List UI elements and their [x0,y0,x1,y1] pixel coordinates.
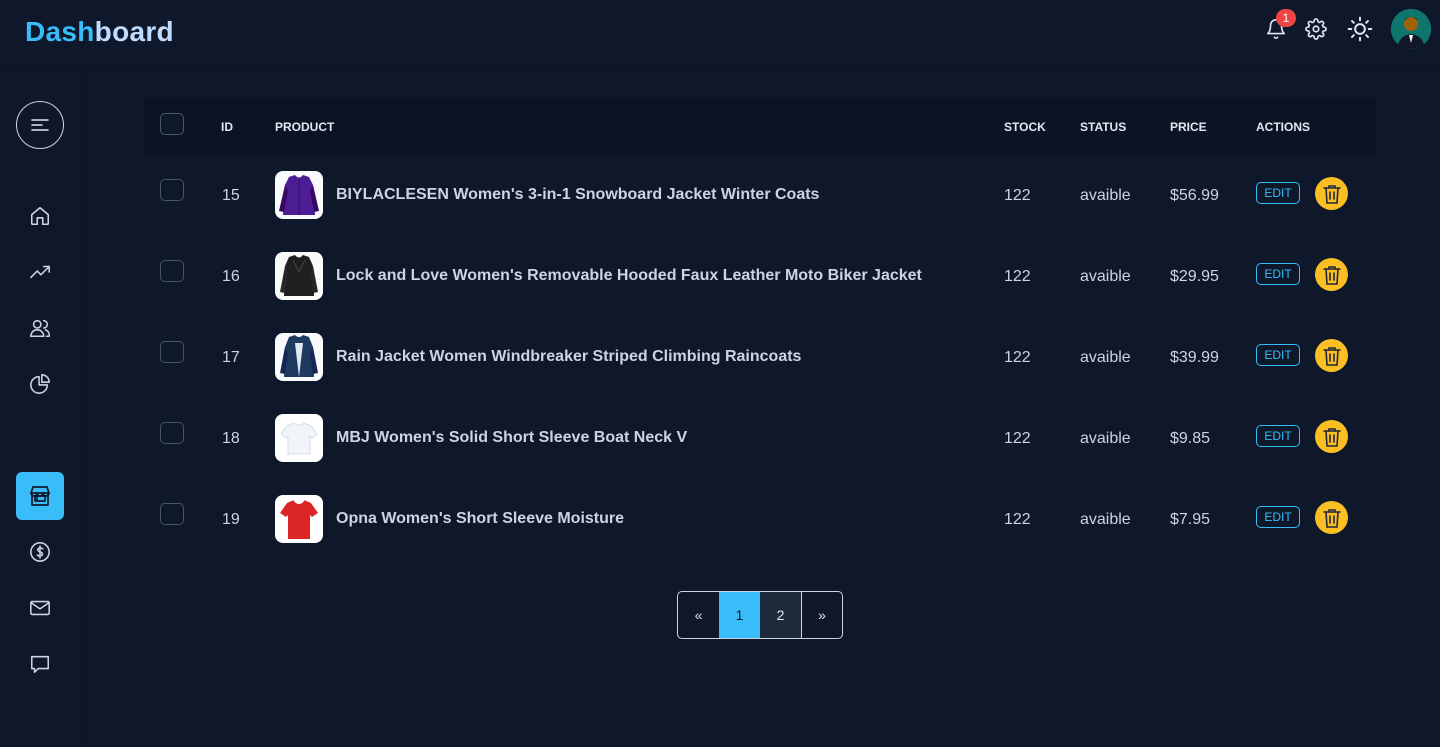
header-id: ID [221,120,233,134]
header-status: STATUS [1080,120,1127,134]
row-price: $39.99 [1170,349,1219,366]
trending-up-icon [30,265,50,279]
row-price: $7.95 [1170,511,1211,528]
pagination: « 1 2 » [677,591,843,639]
header-price: PRICE [1170,120,1207,134]
row-id: 17 [222,349,240,366]
sidebar-item-chat[interactable] [16,640,64,688]
product-name[interactable]: Rain Jacket Women Windbreaker Striped Cl… [336,348,801,366]
row-checkbox[interactable] [160,341,184,363]
edit-button[interactable]: EDIT [1256,263,1300,285]
trash-icon [1322,184,1341,204]
notification-badge: 1 [1276,9,1296,27]
sidebar-item-store[interactable] [16,472,64,520]
table-row: 17 Rain Jacket Women Windbreaker Striped… [144,316,1376,397]
app-brand: Dashboard [25,16,174,48]
pie-chart-icon [30,374,50,394]
trash-icon [1322,346,1341,366]
delete-button[interactable] [1315,420,1348,453]
pagination-page-2[interactable]: 2 [760,592,801,638]
row-stock: 122 [1004,187,1031,204]
row-status: avaible [1080,349,1131,366]
store-icon [30,486,50,506]
delete-button[interactable] [1315,501,1348,534]
pagination-next[interactable]: » [801,592,842,638]
row-price: $56.99 [1170,187,1219,204]
menu-icon [31,119,49,131]
table-row: 16 Lock and Love Women's Removable Hoode… [144,235,1376,316]
sun-icon[interactable] [1346,15,1374,43]
header-actions: ACTIONS [1256,120,1310,134]
edit-button[interactable]: EDIT [1256,344,1300,366]
menu-toggle-button[interactable] [16,101,64,149]
sidebar-item-analytics[interactable] [16,248,64,296]
table-row: 19 Opna Women's Short Sleeve Moisture 12… [144,478,1376,559]
users-icon [30,319,51,338]
row-status: avaible [1080,187,1131,204]
select-all-checkbox[interactable] [160,113,184,135]
sidebar [0,66,82,747]
edit-button[interactable]: EDIT [1256,182,1300,204]
products-table: ID PRODUCT STOCK STATUS PRICE ACTIONS 15… [144,98,1376,559]
table-row: 18 MBJ Women's Solid Short Sleeve Boat N… [144,397,1376,478]
header-product: PRODUCT [275,120,335,134]
product-name[interactable]: BIYLACLESEN Women's 3-in-1 Snowboard Jac… [336,186,819,204]
product-thumbnail [275,414,323,462]
product-thumbnail [275,252,323,300]
row-checkbox[interactable] [160,260,184,282]
row-id: 15 [222,187,240,204]
row-checkbox[interactable] [160,179,184,201]
sidebar-item-mail[interactable] [16,584,64,632]
trash-icon [1322,427,1341,447]
sidebar-item-reports[interactable] [16,360,64,408]
row-status: avaible [1080,511,1131,528]
header-stock: STOCK [1004,120,1046,134]
pagination-prev[interactable]: « [678,592,719,638]
brand-part2: board [94,16,174,47]
sidebar-item-finance[interactable] [16,528,64,576]
product-name[interactable]: Lock and Love Women's Removable Hooded F… [336,267,922,285]
chat-icon [30,655,50,674]
product-name[interactable]: Opna Women's Short Sleeve Moisture [336,510,624,528]
dollar-icon [30,542,50,562]
row-id: 19 [222,511,240,528]
user-avatar[interactable] [1391,9,1431,49]
trash-icon [1322,508,1341,528]
mail-icon [30,600,50,616]
home-icon [30,206,50,226]
product-thumbnail [275,333,323,381]
row-id: 16 [222,268,240,285]
delete-button[interactable] [1315,258,1348,291]
row-stock: 122 [1004,349,1031,366]
row-status: avaible [1080,268,1131,285]
row-status: avaible [1080,430,1131,447]
product-name[interactable]: MBJ Women's Solid Short Sleeve Boat Neck… [336,429,687,447]
row-id: 18 [222,430,240,447]
top-header: Dashboard 1 [0,0,1440,66]
row-price: $9.85 [1170,430,1211,447]
product-thumbnail [275,495,323,543]
trash-icon [1322,265,1341,285]
row-checkbox[interactable] [160,503,184,525]
row-checkbox[interactable] [160,422,184,444]
delete-button[interactable] [1315,339,1348,372]
row-stock: 122 [1004,511,1031,528]
pagination-page-1[interactable]: 1 [719,592,760,638]
sidebar-item-users[interactable] [16,304,64,352]
row-stock: 122 [1004,268,1031,285]
row-price: $29.95 [1170,268,1219,285]
table-row: 15 BIYLACLESEN Women's 3-in-1 Snowboard … [144,154,1376,235]
table-header: ID PRODUCT STOCK STATUS PRICE ACTIONS [144,98,1376,154]
row-stock: 122 [1004,430,1031,447]
edit-button[interactable]: EDIT [1256,506,1300,528]
delete-button[interactable] [1315,177,1348,210]
product-thumbnail [275,171,323,219]
edit-button[interactable]: EDIT [1256,425,1300,447]
sidebar-item-home[interactable] [16,192,64,240]
gear-icon[interactable] [1303,16,1329,42]
brand-part1: Dash [25,16,95,47]
